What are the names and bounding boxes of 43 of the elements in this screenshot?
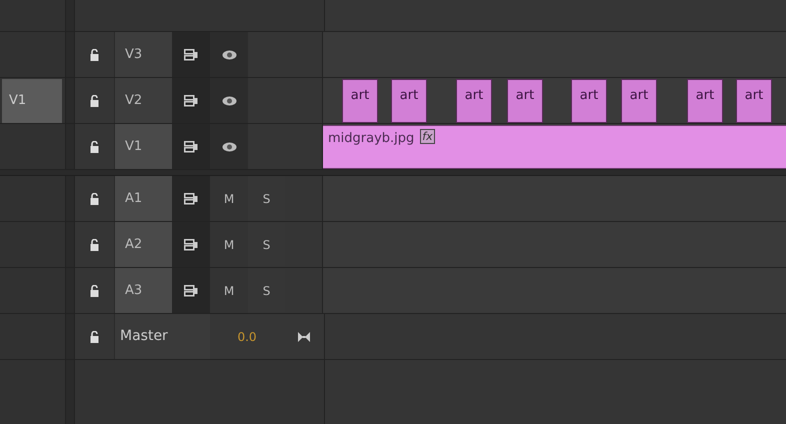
unlocked-padlock-icon[interactable]: [90, 94, 99, 106]
unlocked-padlock-icon[interactable]: [90, 192, 99, 204]
sync-lock-icon[interactable]: [184, 140, 198, 152]
graphic-clip[interactable]: art: [391, 79, 427, 123]
unlocked-padlock-icon[interactable]: [90, 140, 99, 152]
sync-lock-icon[interactable]: [184, 238, 198, 250]
mute-button[interactable]: M: [210, 176, 248, 221]
sync-lock-icon[interactable]: [184, 94, 198, 106]
eye-icon[interactable]: [222, 50, 236, 60]
image-clip[interactable]: midgrayb.jpg fx: [323, 125, 786, 169]
track-name[interactable]: V3: [115, 32, 172, 77]
track-name: Master: [115, 314, 210, 359]
sync-lock-icon[interactable]: [184, 284, 198, 296]
solo-button[interactable]: S: [248, 222, 285, 267]
volume-value[interactable]: 0.0: [210, 314, 284, 359]
track-name[interactable]: A1: [115, 176, 172, 221]
unlocked-padlock-icon[interactable]: [90, 330, 99, 342]
graphic-clip[interactable]: art: [571, 79, 607, 123]
eye-icon[interactable]: [222, 142, 236, 152]
solo-button[interactable]: S: [248, 176, 285, 221]
unlocked-padlock-icon[interactable]: [90, 238, 99, 250]
bowtie-icon[interactable]: [298, 332, 310, 342]
unlocked-padlock-icon[interactable]: [90, 48, 99, 60]
mute-button[interactable]: M: [210, 268, 248, 313]
track-name[interactable]: A3: [115, 268, 172, 313]
eye-icon[interactable]: [222, 96, 236, 106]
unlocked-padlock-icon[interactable]: [90, 284, 99, 296]
source-patch[interactable]: V1: [2, 78, 62, 122]
solo-button[interactable]: S: [248, 268, 285, 313]
graphic-clip[interactable]: art: [687, 79, 723, 123]
clip-name: midgrayb.jpg: [328, 130, 414, 148]
graphic-clip[interactable]: art: [507, 79, 543, 123]
graphic-clip[interactable]: art: [456, 79, 492, 123]
fx-badge[interactable]: fx: [420, 129, 435, 144]
graphic-clip[interactable]: art: [621, 79, 657, 123]
track-name[interactable]: A2: [115, 222, 172, 267]
track-name[interactable]: V1: [115, 124, 172, 169]
sync-lock-icon[interactable]: [184, 192, 198, 204]
track-name[interactable]: V2: [115, 78, 172, 123]
graphic-clip[interactable]: art: [342, 79, 378, 123]
sync-lock-icon[interactable]: [184, 48, 198, 60]
graphic-clip[interactable]: art: [736, 79, 772, 123]
mute-button[interactable]: M: [210, 222, 248, 267]
